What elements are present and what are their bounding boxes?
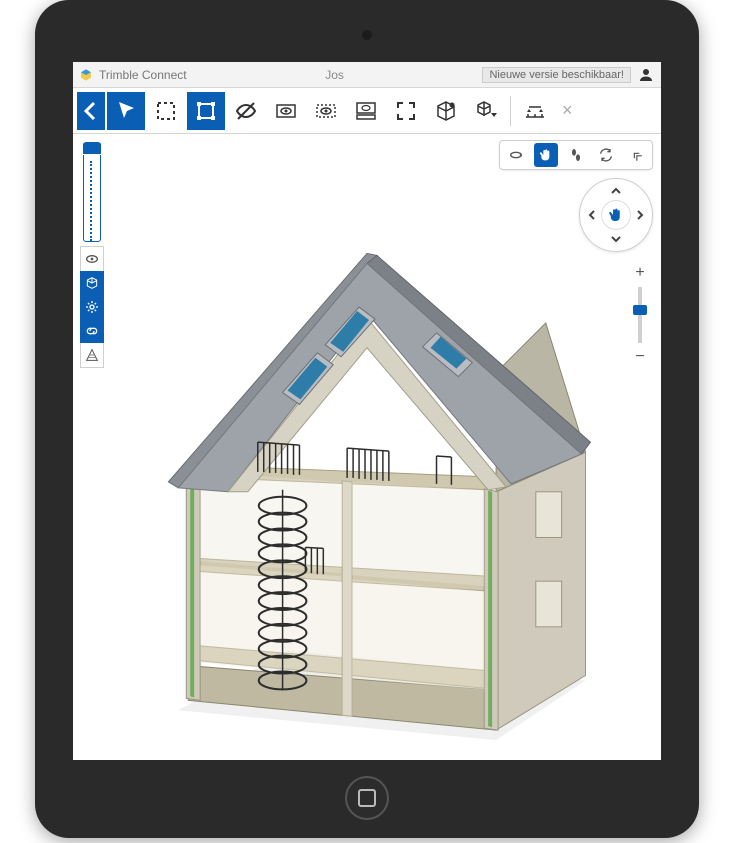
tablet-frame: Trimble Connect Jos Nieuwe versie beschi… — [35, 0, 699, 838]
house-model[interactable] — [113, 174, 621, 750]
layers-icon[interactable] — [80, 343, 104, 367]
model-stage — [113, 174, 621, 750]
nav-mode-row — [499, 140, 653, 170]
left-panel — [79, 142, 105, 368]
show-layer[interactable] — [267, 92, 305, 130]
close-button[interactable]: × — [556, 100, 579, 121]
fit-view[interactable] — [387, 92, 425, 130]
group-visibility[interactable] — [307, 92, 345, 130]
zoom-in[interactable]: + — [630, 263, 650, 283]
layer-visibility[interactable] — [347, 92, 385, 130]
node-select[interactable] — [187, 92, 225, 130]
pan-mode[interactable] — [534, 143, 558, 167]
side-toolbar — [80, 246, 104, 368]
measure-tool[interactable] — [516, 92, 554, 130]
visibility-icon[interactable] — [80, 247, 104, 271]
walk-mode[interactable] — [564, 143, 588, 167]
app-screen: Trimble Connect Jos Nieuwe versie beschi… — [73, 62, 661, 760]
marquee-select[interactable] — [147, 92, 185, 130]
orbit-right[interactable] — [632, 207, 648, 223]
visibility-toggle[interactable] — [227, 92, 265, 130]
cube-view[interactable] — [427, 92, 465, 130]
update-notice[interactable]: Nieuwe versie beschikbaar! — [482, 67, 631, 83]
user-icon[interactable] — [637, 66, 655, 84]
model-cube-icon[interactable] — [80, 271, 104, 295]
app-title: Trimble Connect — [99, 68, 187, 82]
tablet-home-button[interactable] — [345, 776, 389, 820]
section-slider[interactable] — [83, 142, 101, 242]
toolbar-separator — [510, 96, 511, 126]
3d-viewport[interactable]: + − — [73, 134, 661, 760]
back-button[interactable] — [77, 92, 105, 130]
settings-gear-icon[interactable] — [80, 295, 104, 319]
main-toolbar: × — [73, 88, 661, 134]
zoom-slider[interactable] — [638, 287, 642, 343]
collapse-nav[interactable] — [624, 143, 648, 167]
zoom-out[interactable]: − — [630, 347, 650, 367]
select-tool[interactable] — [107, 92, 145, 130]
trimble-logo-icon — [79, 68, 93, 82]
orbit-mode[interactable] — [504, 143, 528, 167]
document-title: Jos — [193, 68, 477, 82]
zoom-control: + − — [627, 260, 653, 370]
link-icon[interactable] — [80, 319, 104, 343]
cube-dropdown[interactable] — [467, 92, 505, 130]
app-header: Trimble Connect Jos Nieuwe versie beschi… — [73, 62, 661, 88]
sync-mode[interactable] — [594, 143, 618, 167]
